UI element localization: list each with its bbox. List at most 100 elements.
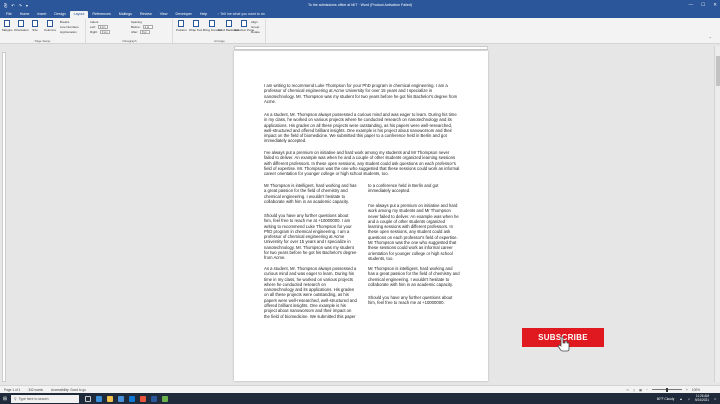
indent-title: Indent xyxy=(90,20,99,24)
wrap-text-button[interactable]: Wrap Text xyxy=(189,20,202,32)
tab-developer[interactable]: Developer xyxy=(171,11,195,18)
notifications-icon[interactable]: □ xyxy=(714,397,716,401)
spacing-title: Spacing xyxy=(131,20,142,24)
indent-left-input[interactable]: 0 cm xyxy=(97,25,108,29)
line-numbers-button[interactable]: Line Numbers xyxy=(60,25,79,29)
close-button[interactable]: ✕ xyxy=(713,2,717,8)
wrap-text-label: Wrap Text xyxy=(189,28,203,32)
paragraph-2[interactable]: As a student, Mr. Thompson always posses… xyxy=(264,112,460,144)
size-button[interactable]: Size xyxy=(32,20,38,32)
tab-mailings[interactable]: Mailings xyxy=(115,11,136,18)
page-setup-group: Margins Orientation Size Columns Breaks … xyxy=(0,19,86,43)
hand-cursor-icon xyxy=(557,336,570,352)
tab-review[interactable]: Review xyxy=(136,11,156,18)
ribbon-tabs: File Home Insert Design Layout Reference… xyxy=(0,10,720,18)
word-icon[interactable] xyxy=(151,395,157,402)
right-column-paragraph-2[interactable]: I've always put a premium on initiative … xyxy=(368,203,460,261)
indent-right: Right: 0 cm xyxy=(90,30,110,34)
margins-button[interactable]: Margins xyxy=(2,20,13,32)
orientation-button[interactable]: Orientation xyxy=(14,20,29,32)
group-button[interactable]: Group xyxy=(251,25,259,29)
ribbon: Margins Orientation Size Columns Breaks … xyxy=(0,18,720,44)
windows-taskbar: ⊞ ⚲ Type here to search 60°F Cloudy ▲ ♫ 1… xyxy=(0,393,720,404)
columns-label: Columns xyxy=(44,28,56,32)
task-view-icon[interactable] xyxy=(85,395,91,402)
tell-me-label: Tell me what you want to do xyxy=(220,12,265,16)
page-count[interactable]: Page 1 of 1 xyxy=(4,388,20,392)
accessibility-status[interactable]: Accessibility: Good to go xyxy=(51,388,86,392)
document-page[interactable]: I am writing to recommend Luke Thompson … xyxy=(234,51,488,381)
size-icon xyxy=(32,20,38,27)
paragraph-group: Indent Left: 0 cm Right: 0 cm Spacing Befo… xyxy=(87,19,173,43)
network-icon[interactable]: ▲ xyxy=(679,397,682,401)
read-mode-icon[interactable]: ▭ xyxy=(626,388,629,392)
zoom-level[interactable]: 100% xyxy=(692,388,700,392)
align-button[interactable]: Align xyxy=(251,20,258,24)
selection-pane-icon xyxy=(241,20,248,27)
clock[interactable]: 11:26 AM 9/24/2021 xyxy=(695,394,709,402)
weather-text[interactable]: 60°F Cloudy xyxy=(657,397,675,401)
wrap-text-icon xyxy=(192,20,199,27)
app-icon[interactable] xyxy=(162,395,168,402)
tab-insert[interactable]: Insert xyxy=(33,11,50,18)
volume-icon[interactable]: ♫ xyxy=(687,397,689,401)
columns-button[interactable]: Columns xyxy=(44,20,56,32)
tab-view[interactable]: View xyxy=(156,11,172,18)
tell-me-box[interactable]: ◌ Tell me what you want to do xyxy=(217,11,264,18)
indent-left-label: Left: xyxy=(90,25,96,29)
paragraph-3[interactable]: I've always put a premium on initiative … xyxy=(264,150,460,176)
tab-help[interactable]: Help xyxy=(196,11,211,18)
print-layout-icon[interactable]: ▯ xyxy=(633,388,635,392)
tab-layout[interactable]: Layout xyxy=(69,11,89,18)
right-column-paragraph-4[interactable]: Should you have any further questions ab… xyxy=(368,295,460,306)
title-bar: ⎘ ↶ ↷ ▾ To the admissions office at MIT … xyxy=(0,0,720,10)
send-backward-icon xyxy=(225,20,232,27)
word-count[interactable]: 342 words xyxy=(28,388,43,392)
hyphenation-button[interactable]: Hyphenation xyxy=(60,30,77,34)
left-column-paragraph-3[interactable]: As a student, Mr. Thompson always posses… xyxy=(264,266,357,319)
right-column-paragraph-3[interactable]: Mr Thompson is intelligent, hard working… xyxy=(368,266,460,287)
rotate-button[interactable]: Rotate xyxy=(251,30,260,34)
tab-design[interactable]: Design xyxy=(50,11,69,18)
right-column-paragraph-1[interactable]: to a conference held in Berlin and got i… xyxy=(368,183,460,194)
tab-home[interactable]: Home xyxy=(16,11,34,18)
system-tray: 60°F Cloudy ▲ ♫ 11:26 AM 9/24/2021 □ xyxy=(657,394,716,402)
left-column-paragraph-2[interactable]: Should you have any further questions ab… xyxy=(264,213,357,261)
tab-file[interactable]: File xyxy=(2,11,16,18)
minimize-button[interactable]: — xyxy=(689,2,694,8)
chrome-icon[interactable] xyxy=(140,395,146,402)
breaks-button[interactable]: Breaks xyxy=(60,20,69,24)
horizontal-ruler[interactable] xyxy=(234,46,488,50)
orientation-icon xyxy=(18,20,25,27)
windows-start-icon[interactable]: ⊞ xyxy=(0,393,10,404)
taskbar-search[interactable]: ⚲ Type here to search xyxy=(11,394,79,403)
collapse-ribbon-icon[interactable]: ⌃ xyxy=(709,36,712,41)
mail-icon[interactable] xyxy=(129,395,135,402)
orientation-label: Orientation xyxy=(14,28,29,32)
spacing-before-input[interactable]: 0 pt xyxy=(142,25,153,29)
zoom-in-icon[interactable]: + xyxy=(686,388,688,392)
edge-icon[interactable] xyxy=(96,395,102,402)
position-button[interactable]: Position xyxy=(176,20,187,32)
web-layout-icon[interactable]: ▦ xyxy=(639,388,642,392)
scrollbar-thumb[interactable] xyxy=(716,56,720,86)
left-column-paragraph-1[interactable]: Mr Thompson is intelligent, hard working… xyxy=(264,183,357,204)
zoom-out-icon[interactable]: − xyxy=(646,388,648,392)
arrange-group: Position Wrap Text Bring Forward Send Ba… xyxy=(174,19,266,43)
maximize-button[interactable]: ☐ xyxy=(701,2,705,8)
store-icon[interactable] xyxy=(118,395,124,402)
zoom-slider[interactable] xyxy=(651,387,682,392)
taskbar-apps xyxy=(85,395,168,402)
indent-right-input[interactable]: 0 cm xyxy=(99,30,110,34)
page-setup-label: Page Setup xyxy=(34,39,51,43)
columns-icon xyxy=(46,20,53,27)
spacing-after-input[interactable]: 8 pt xyxy=(140,30,151,34)
indent-left: Left: 0 cm xyxy=(90,25,108,29)
file-explorer-icon[interactable] xyxy=(107,395,113,402)
margins-label: Margins xyxy=(2,28,13,32)
window-title: To the admissions office at MIT · Word (… xyxy=(307,3,413,7)
paragraph-1[interactable]: I am writing to recommend Luke Thompson … xyxy=(264,83,460,104)
vertical-ruler[interactable] xyxy=(2,52,6,382)
tab-references[interactable]: References xyxy=(88,11,114,18)
vertical-scrollbar[interactable] xyxy=(714,46,720,382)
